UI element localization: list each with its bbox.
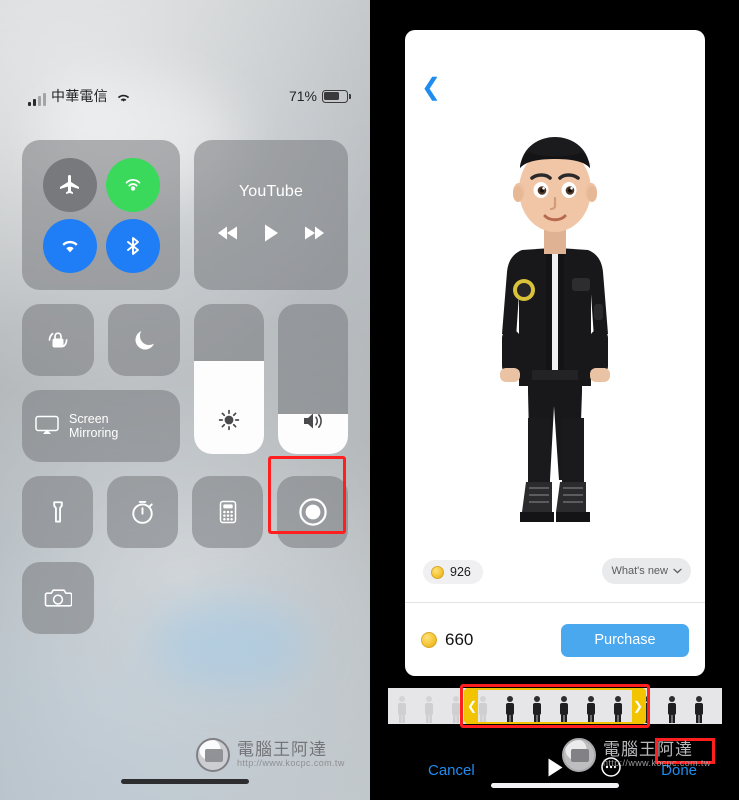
owned-coins-chip: 926 [423, 560, 483, 584]
purchase-row: 660 Purchase [405, 603, 705, 676]
screenshot-root: 中華電信 71% YouTube Screen Mirroring ❮ 926 … [0, 0, 739, 800]
coin-icon [431, 565, 444, 579]
airplane-mode-icon[interactable] [42, 157, 97, 212]
owned-coins-value: 926 [450, 565, 471, 579]
cc-row-2: Screen Mirroring [22, 304, 348, 462]
done-button[interactable]: Done [661, 762, 697, 779]
battery-icon [322, 89, 351, 103]
connectivity-tile[interactable] [22, 140, 180, 290]
carrier-label: 中華電信 [51, 88, 108, 104]
filmstrip-frame[interactable] [658, 688, 685, 724]
now-playing-app-label: YouTube [238, 182, 304, 200]
play-icon[interactable] [263, 223, 279, 248]
bluetooth-icon[interactable] [105, 218, 160, 273]
filmstrip-frame[interactable] [415, 688, 442, 724]
status-bar: 中華電信 71% [0, 82, 370, 110]
wifi-icon[interactable] [42, 218, 97, 273]
volume-slider[interactable] [278, 304, 348, 454]
cellular-signal-icon [28, 93, 46, 106]
media-controls [217, 223, 325, 248]
wifi-icon [116, 91, 131, 106]
status-bar-right: 71% [288, 88, 351, 104]
screen-mirroring-tile[interactable]: Screen Mirroring [22, 390, 180, 462]
more-options-button[interactable] [599, 755, 623, 785]
camera-icon[interactable] [22, 562, 94, 634]
ios-control-center-pane: 中華電信 71% YouTube Screen Mirroring [0, 0, 370, 800]
brightness-slider[interactable] [194, 304, 264, 454]
airdrop-icon[interactable] [105, 157, 160, 212]
cc-row-1: YouTube [22, 140, 348, 290]
price-display: 660 [421, 630, 473, 650]
home-indicator [490, 783, 619, 788]
cc-left-column: Screen Mirroring [22, 304, 180, 462]
fast-forward-icon[interactable] [303, 225, 325, 246]
avatar-sheet: ❮ 926 What's new 660 Purchase [405, 30, 705, 676]
screen-mirroring-icon [34, 414, 60, 439]
flashlight-icon[interactable] [22, 476, 93, 548]
play-button[interactable] [546, 757, 563, 783]
filmstrip-frame[interactable] [712, 688, 722, 724]
rewind-icon[interactable] [217, 225, 239, 246]
timer-icon[interactable] [107, 476, 178, 548]
do-not-disturb-icon[interactable] [108, 304, 180, 376]
filmstrip-frame[interactable] [685, 688, 712, 724]
battery-percent-label: 71% [288, 88, 317, 104]
price-value: 660 [445, 630, 474, 649]
screen-mirroring-label: Screen Mirroring [69, 412, 119, 440]
status-bar-left: 中華電信 [28, 86, 131, 106]
chevron-down-icon [673, 565, 682, 577]
home-indicator [121, 779, 249, 784]
control-center-grid: YouTube Screen Mirroring [22, 140, 348, 648]
coin-icon [421, 632, 437, 648]
back-chevron-icon[interactable]: ❮ [421, 76, 441, 100]
volume-icon [278, 410, 348, 432]
screen-record-highlight [268, 456, 346, 534]
now-playing-tile[interactable]: YouTube [194, 140, 348, 290]
whats-new-label: What's new [611, 565, 668, 577]
calculator-icon[interactable] [192, 476, 263, 548]
memoji-avatar [500, 137, 610, 522]
memoji-editor-pane: ❮ 926 What's new 660 Purchase ❮ ❯ Cancel… [370, 0, 739, 800]
filmstrip-frame[interactable] [388, 688, 415, 724]
cc-row-4 [22, 562, 348, 634]
cc-toggle-pair [22, 304, 180, 376]
filmstrip-highlight [460, 684, 650, 728]
brightness-icon [194, 408, 264, 432]
rotation-lock-icon[interactable] [22, 304, 94, 376]
done-highlight [655, 738, 715, 764]
whats-new-button[interactable]: What's new [602, 558, 691, 584]
cancel-button[interactable]: Cancel [428, 762, 475, 779]
purchase-button[interactable]: Purchase [561, 623, 689, 657]
